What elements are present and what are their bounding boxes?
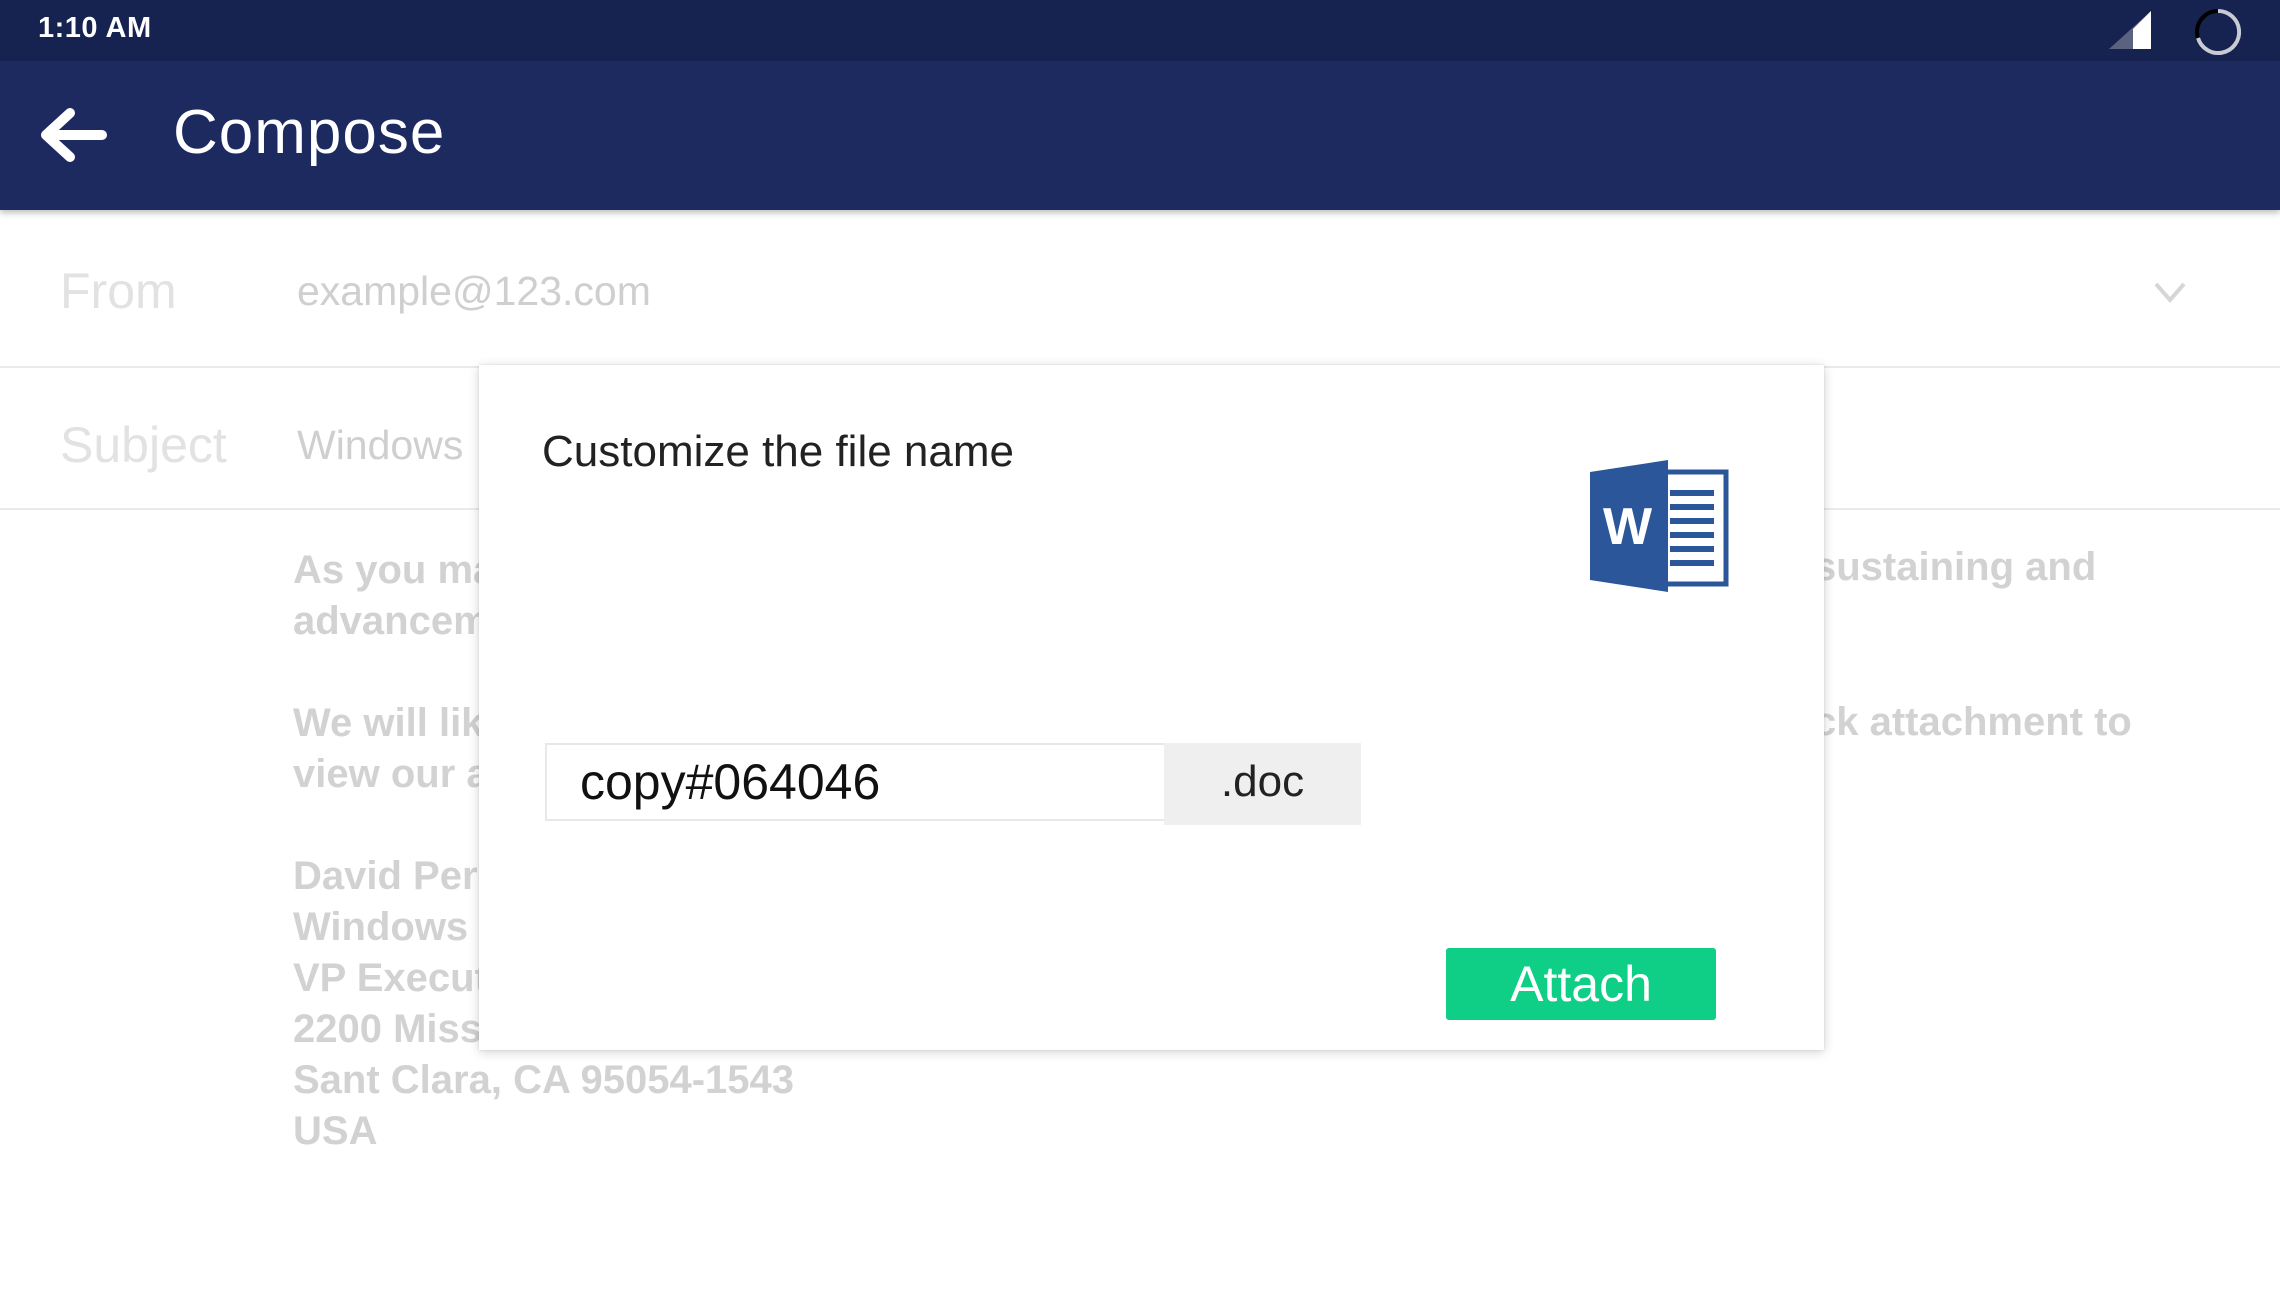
battery-icon (2195, 8, 2242, 55)
body-line: We will lik (293, 701, 484, 745)
from-row[interactable]: From example@123.com (0, 210, 2280, 368)
file-name-field: .doc (545, 743, 1361, 825)
chevron-down-icon[interactable] (2153, 281, 2187, 303)
svg-text:W: W (1603, 498, 1653, 556)
body-paragraph-2-tail: ck attachment to (1814, 700, 2132, 744)
signature-line: Sant Clara, CA 95054-1543 (293, 1058, 795, 1102)
arrow-left-icon[interactable] (36, 105, 110, 165)
app-bar: Compose (0, 61, 2280, 210)
body-paragraph-1: As you ma advancem (293, 545, 495, 647)
body-line: view our a (293, 752, 489, 796)
file-name-input[interactable] (545, 743, 1164, 821)
from-label: From (60, 263, 177, 319)
signature-line: USA (293, 1109, 378, 1153)
status-bar: 1:10 AM (0, 0, 2280, 61)
signal-icon (2109, 11, 2151, 49)
page-title: Compose (173, 98, 446, 167)
body-line: As you ma (293, 548, 496, 592)
from-value[interactable]: example@123.com (297, 268, 651, 315)
file-extension: .doc (1164, 743, 1361, 825)
dialog-title: Customize the file name (542, 427, 1014, 476)
body-line: advancem (293, 599, 489, 643)
status-time: 1:10 AM (38, 12, 152, 44)
subject-value[interactable]: Windows (297, 422, 463, 469)
word-document-icon: W (1590, 460, 1729, 592)
body-paragraph-1-tail: sustaining and (1814, 545, 2097, 589)
subject-label: Subject (60, 417, 227, 473)
body-paragraph-2: We will lik view our a (293, 698, 489, 800)
attach-button[interactable]: Attach (1446, 948, 1716, 1020)
file-name-dialog: Customize the file name W .doc Attach (479, 365, 1824, 1050)
